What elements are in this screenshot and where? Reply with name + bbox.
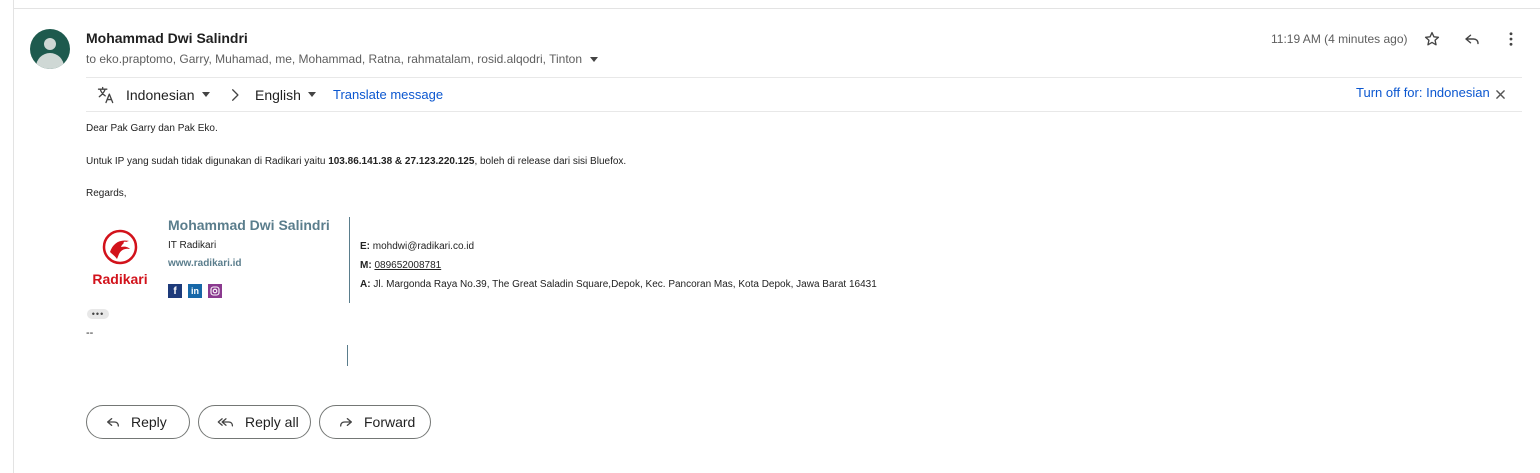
signature-email-line: E: mohdwi@radikari.co.id <box>360 241 474 252</box>
closing-text: Regards, <box>86 188 127 199</box>
mobile-label: M: <box>360 260 372 271</box>
signature-role: IT Radikari <box>168 240 217 251</box>
avatar[interactable] <box>30 29 70 69</box>
signature-address: Jl. Margonda Raya No.39, The Great Salad… <box>373 279 877 290</box>
signature-name: Mohammad Dwi Salindri <box>168 217 330 233</box>
reply-icon <box>107 418 119 427</box>
translate-message-link[interactable]: Translate message <box>333 78 443 111</box>
avatar-body <box>36 53 64 69</box>
target-language-label: English <box>255 86 301 103</box>
ip-addresses: 103.86.141.38 & 27.123.220.125 <box>328 156 475 167</box>
sender-name[interactable]: Mohammad Dwi Salindri <box>86 30 248 46</box>
close-icon[interactable] <box>1496 78 1505 111</box>
chevron-down-icon <box>201 92 210 97</box>
avatar-head <box>44 38 56 50</box>
quoted-divider <box>347 345 348 366</box>
reply-all-button[interactable]: Reply all <box>198 405 311 439</box>
signature-separator: -- <box>86 327 94 339</box>
turn-off-translation-link[interactable]: Turn off for: Indonesian <box>1356 76 1490 109</box>
signature-website-link[interactable]: www.radikari.id <box>168 258 242 269</box>
top-border <box>13 8 1540 9</box>
recipients-text: to eko.praptomo, Garry, Muhamad, me, Moh… <box>86 52 582 66</box>
facebook-icon[interactable]: f <box>168 284 182 298</box>
forward-button[interactable]: Forward <box>319 405 431 439</box>
email-label: E: <box>360 241 370 252</box>
show-trimmed-content-button[interactable]: ••• <box>87 309 109 319</box>
reply-button[interactable]: Reply <box>86 405 190 439</box>
more-options-icon[interactable] <box>1500 28 1522 50</box>
signature-address-line: A: Jl. Margonda Raya No.39, The Great Sa… <box>360 279 877 290</box>
source-language-label: Indonesian <box>126 86 195 103</box>
arrow-right-icon <box>228 78 242 111</box>
recipients-line[interactable]: to eko.praptomo, Garry, Muhamad, me, Moh… <box>86 52 598 66</box>
signature-divider <box>349 217 350 303</box>
reply-button-label: Reply <box>131 414 167 430</box>
body-paragraph: Untuk IP yang sudah tidak digunakan di R… <box>86 156 626 167</box>
signature-phone-link[interactable]: 089652008781 <box>374 260 441 271</box>
reply-all-icon <box>217 418 234 427</box>
reply-all-button-label: Reply all <box>245 414 299 430</box>
address-label: A: <box>360 279 371 290</box>
star-icon[interactable] <box>1421 28 1443 50</box>
forward-button-label: Forward <box>364 414 416 430</box>
reply-icon[interactable] <box>1461 28 1483 50</box>
signature-email[interactable]: mohdwi@radikari.co.id <box>373 241 474 252</box>
linkedin-icon[interactable]: in <box>188 284 202 298</box>
radikari-logo: Radikari <box>88 228 152 288</box>
instagram-icon[interactable] <box>208 284 222 298</box>
chevron-down-icon <box>307 92 316 97</box>
logo-wordmark: Radikari <box>92 271 147 287</box>
recipients-dropdown-icon[interactable] <box>590 56 598 62</box>
translate-icon <box>96 78 116 111</box>
body-text-prefix: Untuk IP yang sudah tidak digunakan di R… <box>86 156 329 167</box>
forward-icon <box>340 418 352 427</box>
timestamp: 11:19 AM (4 minutes ago) <box>1271 32 1408 46</box>
greeting-text: Dear Pak Garry dan Pak Eko. <box>86 123 218 134</box>
body-text-suffix: , boleh di release dari sisi Bluefox. <box>474 156 627 167</box>
translate-bar: Indonesian English Translate message Tur… <box>86 77 1522 112</box>
signature-mobile-line: M: 089652008781 <box>360 260 441 271</box>
target-language-select[interactable]: English <box>255 78 316 111</box>
left-border <box>13 0 14 473</box>
source-language-select[interactable]: Indonesian <box>126 78 210 111</box>
